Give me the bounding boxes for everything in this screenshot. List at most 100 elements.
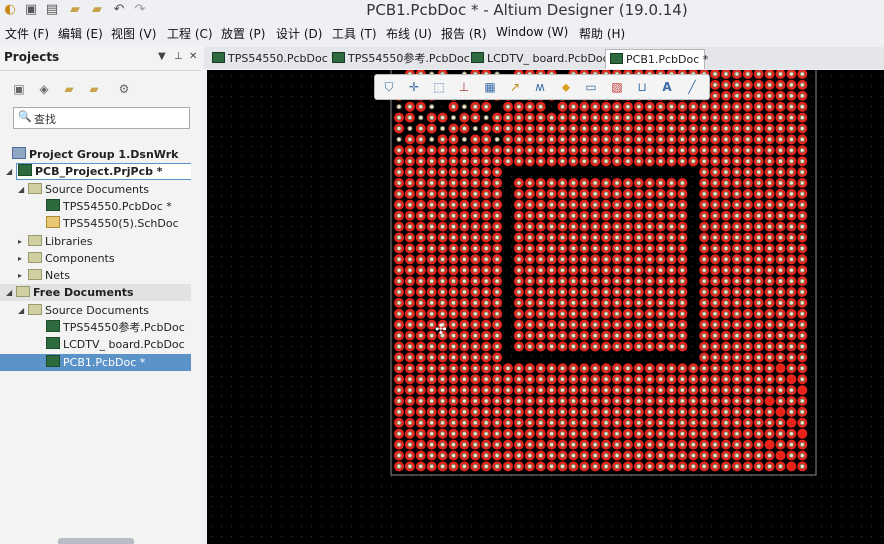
- folder-icon: [16, 286, 30, 298]
- folder-icon: [28, 251, 42, 263]
- tree-item-label: Libraries: [45, 234, 93, 248]
- tab-label: TPS54550.PcbDoc *: [228, 52, 337, 65]
- collapse-icon[interactable]: ◢: [18, 181, 24, 198]
- crosshair-icon[interactable]: ✛: [405, 78, 423, 96]
- menu-project[interactable]: 工程 (C): [167, 25, 213, 42]
- folder-icon: [28, 182, 42, 194]
- tree-item[interactable]: ◢ Free Documents: [0, 284, 191, 302]
- menu-tools[interactable]: 工具 (T): [332, 25, 377, 42]
- pcb-doc-icon: [46, 198, 60, 211]
- tab-lcdtv-board[interactable]: LCDTV_ board.PcbDoc *: [467, 49, 618, 68]
- diff-pair-icon[interactable]: ʍ: [531, 78, 549, 96]
- tree-item[interactable]: LCDTV_ board.PcbDoc: [0, 336, 191, 353]
- menu-file[interactable]: 文件 (F): [5, 25, 49, 42]
- collapse-icon[interactable]: ◢: [18, 302, 24, 319]
- menu-window[interactable]: Window (W): [496, 25, 568, 39]
- pcb-drawing: ✣: [211, 70, 882, 537]
- document-tabs: TPS54550.PcbDoc * TPS54550参考.PcbDoc * LC…: [204, 47, 884, 69]
- align-icon[interactable]: ⊥: [455, 78, 473, 96]
- tree-item-label: LCDTV_ board.PcbDoc: [63, 338, 185, 352]
- tree-item-label: TPS54550.PcbDoc *: [63, 199, 172, 213]
- search-input[interactable]: 🔍 查找: [13, 107, 190, 129]
- layer-icon[interactable]: ▭: [582, 78, 600, 96]
- project-group-icon: [12, 147, 26, 159]
- tree-item-label: TPS54550参考.PcbDoc: [63, 321, 185, 334]
- tree-item[interactable]: TPS54550参考.PcbDoc: [0, 319, 191, 336]
- collapse-icon[interactable]: ◢: [6, 284, 12, 301]
- filter-icon[interactable]: ⛉: [380, 78, 398, 96]
- pcb-doc-icon: [610, 53, 623, 64]
- pin-icon[interactable]: ⊥: [174, 51, 183, 62]
- tree-item-label: TPS54550(5).SchDoc: [63, 217, 179, 231]
- tab-label: LCDTV_ board.PcbDoc *: [487, 52, 618, 65]
- title-bar: ◐ ▣ ▤ ▰ ▰ ↶ ↷ PCB1.PcbDoc * - Altium Des…: [0, 0, 884, 22]
- folder-icon: [28, 234, 42, 246]
- tab-tps54550[interactable]: TPS54550.PcbDoc *: [208, 49, 337, 68]
- settings-icon[interactable]: ⚙: [117, 82, 131, 96]
- open-icon[interactable]: ▰: [62, 82, 76, 96]
- pcb-doc-icon: [471, 52, 484, 63]
- pcb-doc-icon: [212, 52, 225, 63]
- tree-item[interactable]: TPS54550.PcbDoc *: [0, 198, 191, 215]
- tree-item-label: Source Documents: [45, 182, 149, 196]
- tree-item[interactable]: Project Group 1.DsnWrk: [0, 146, 191, 163]
- tab-label: PCB1.PcbDoc *: [626, 53, 709, 66]
- panel-header: Projects ▼ ⊥ ✕: [0, 46, 201, 71]
- polygon-pour-icon[interactable]: ⬥: [557, 78, 575, 96]
- menu-bar: 文件 (F) 编辑 (E) 视图 (V) 工程 (C) 放置 (P) 设计 (D…: [0, 22, 884, 44]
- line-icon[interactable]: ╱: [683, 78, 701, 96]
- expand-icon[interactable]: ▸: [18, 267, 22, 284]
- expand-icon[interactable]: ▸: [18, 233, 22, 250]
- tree-item-label: Free Documents: [33, 286, 134, 300]
- save-icon[interactable]: ▣: [12, 82, 26, 96]
- menu-design[interactable]: 设计 (D): [276, 25, 322, 42]
- tab-pcb1[interactable]: PCB1.PcbDoc *: [605, 49, 709, 69]
- pcb-doc-icon: [46, 320, 60, 332]
- tree-item[interactable]: ▸ Libraries: [0, 233, 191, 250]
- expand-icon[interactable]: ▸: [18, 250, 22, 267]
- menu-edit[interactable]: 编辑 (E): [58, 25, 103, 42]
- tree-item[interactable]: PCB1.PcbDoc *: [0, 353, 191, 371]
- menu-place[interactable]: 放置 (P): [221, 25, 265, 42]
- menu-reports[interactable]: 报告 (R): [441, 25, 487, 42]
- dropdown-icon[interactable]: ▼: [158, 51, 166, 62]
- tree-item-label: PCB_Project.PrjPcb *: [35, 165, 163, 179]
- tree-item-label: Nets: [45, 269, 71, 283]
- folder-icon: [28, 269, 42, 281]
- tree-item[interactable]: ◢ Source Documents: [0, 181, 191, 198]
- menu-view[interactable]: 视图 (V): [111, 25, 156, 42]
- tree-item[interactable]: ▸ Nets: [0, 267, 191, 284]
- keepout-icon[interactable]: ▨: [608, 78, 626, 96]
- panel-scroll-tab[interactable]: [58, 538, 134, 544]
- pcb-doc-icon: [46, 337, 60, 350]
- menu-help[interactable]: 帮助 (H): [579, 25, 625, 42]
- menu-route[interactable]: 布线 (U): [386, 25, 432, 42]
- close-icon[interactable]: ✕: [189, 51, 197, 62]
- window-title: PCB1.PcbDoc * - Altium Designer (19.0.14…: [366, 1, 688, 19]
- pcb-doc-icon: [18, 164, 32, 177]
- schematic-doc-icon: [46, 216, 60, 229]
- panel-title: Projects: [4, 50, 60, 64]
- pcb-doc-icon: [332, 52, 345, 63]
- folder-icon[interactable]: ▰: [87, 82, 101, 96]
- collapse-icon[interactable]: ◢: [6, 163, 12, 180]
- text-icon[interactable]: A: [658, 78, 676, 96]
- tree-item[interactable]: ◢ Source Documents: [0, 302, 191, 319]
- tree-item[interactable]: ▸ Components: [0, 250, 191, 267]
- compile-icon[interactable]: ◈: [37, 82, 51, 96]
- dimension-icon[interactable]: ⊔: [633, 78, 651, 96]
- tab-tps54550-ref[interactable]: TPS54550参考.PcbDoc *: [328, 49, 479, 68]
- select-rect-icon[interactable]: ⬚: [430, 78, 448, 96]
- pcb-canvas[interactable]: ✣: [207, 70, 884, 544]
- component-icon[interactable]: ▦: [481, 78, 499, 96]
- folder-icon: [28, 303, 42, 315]
- tree-item-label: PCB1.PcbDoc *: [63, 355, 146, 369]
- interactive-route-icon[interactable]: ↗: [506, 78, 524, 96]
- tree-item-label: Source Documents: [45, 303, 149, 317]
- tree-item[interactable]: ◢ PCB_Project.PrjPcb *: [0, 163, 191, 181]
- pcb-active-bar: ⛉ ✛ ⬚ ⊥ ▦ ↗ ʍ ⬥ ▭ ▨ ⊔ A ╱: [374, 74, 710, 100]
- tree-item-label: Components: [45, 251, 115, 265]
- pcb-doc-icon: [46, 354, 60, 367]
- tree-item[interactable]: TPS54550(5).SchDoc: [0, 215, 191, 232]
- projects-panel: Projects ▼ ⊥ ✕ ▣ ◈ ▰ ▰ ⚙ 🔍 查找 Project Gr…: [0, 46, 201, 544]
